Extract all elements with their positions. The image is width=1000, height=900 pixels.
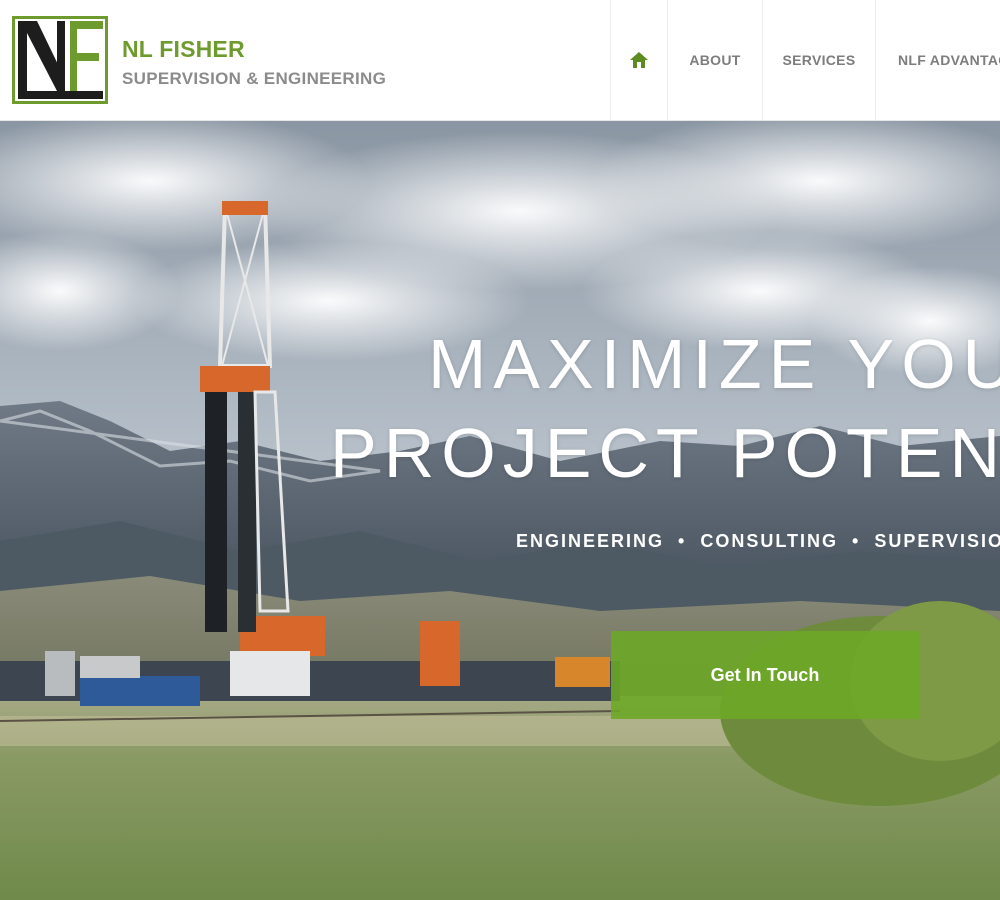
hero-banner: MAXIMIZE YOUR PROJECT POTENTIAL ENGINEER… — [0, 121, 1000, 900]
nav-about[interactable]: ABOUT — [667, 0, 762, 120]
service-consulting: CONSULTING — [700, 531, 839, 551]
hero-title-line1: MAXIMIZE YOUR — [428, 325, 1000, 403]
separator-dot: • — [852, 531, 861, 551]
hero-services-list: ENGINEERING • CONSULTING • SUPERVISION — [516, 531, 1000, 552]
service-engineering: ENGINEERING — [516, 531, 665, 551]
nf-logo-mark-icon — [18, 21, 103, 99]
nav-services[interactable]: SERVICES — [762, 0, 875, 120]
nav-home[interactable] — [610, 0, 667, 120]
nav-nlf-advantage[interactable]: NLF ADVANTAGE — [875, 0, 1000, 120]
service-supervision: SUPERVISION — [874, 531, 1000, 551]
separator-dot: • — [678, 531, 687, 551]
hero-title-line2: PROJECT POTENTIAL — [330, 414, 1000, 492]
company-logo[interactable] — [12, 16, 108, 104]
brand-tagline: SUPERVISION & ENGINEERING — [122, 69, 387, 88]
home-icon — [630, 52, 648, 68]
main-navigation: ABOUT SERVICES NLF ADVANTAGE — [610, 0, 1000, 120]
hero-background-image — [0, 121, 1000, 900]
get-in-touch-button[interactable]: Get In Touch — [611, 631, 919, 719]
site-header: NL FISHER SUPERVISION & ENGINEERING ABOU… — [0, 0, 1000, 121]
brand-name[interactable]: NL FISHER — [122, 36, 245, 63]
